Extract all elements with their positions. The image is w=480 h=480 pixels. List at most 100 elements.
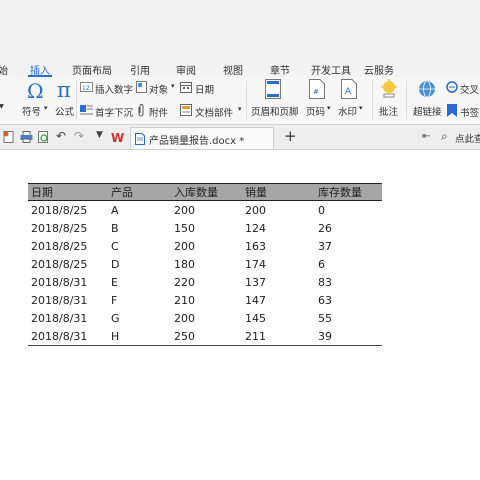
globe-link-icon bbox=[419, 80, 435, 98]
table-row: 2018/8/25 D 180 174 6 bbox=[28, 255, 382, 273]
cell-product: B bbox=[111, 221, 119, 235]
print-preview-icon[interactable] bbox=[38, 131, 50, 143]
date-label: 日期 bbox=[195, 85, 215, 96]
table-row: 2018/8/31 E 220 137 83 bbox=[28, 273, 382, 291]
page-number-icon: # bbox=[309, 79, 325, 99]
header-stock-in: 入库数量 bbox=[171, 183, 242, 201]
header-footer-icon bbox=[265, 79, 281, 99]
pi-icon: π bbox=[57, 78, 71, 102]
cross-ref-icon bbox=[446, 81, 458, 93]
cell-sales: 174 bbox=[245, 257, 266, 271]
table-row: 2018/8/31 F 210 147 63 bbox=[28, 291, 382, 309]
cell-date: 2018/8/25 bbox=[31, 221, 88, 235]
cell-inventory: 39 bbox=[315, 327, 382, 346]
drop-cap-icon bbox=[80, 105, 93, 115]
svg-text:W: W bbox=[111, 131, 124, 143]
cell-sales: 145 bbox=[245, 311, 266, 325]
table-row: 2018/8/25 B 150 124 26 bbox=[28, 219, 382, 237]
table-row: 2018/8/31 H 250 211 39 bbox=[28, 327, 382, 346]
tab-review[interactable]: 审阅 bbox=[176, 62, 196, 77]
cell-product: E bbox=[111, 275, 118, 289]
tab-home[interactable]: 始 bbox=[0, 62, 8, 77]
insert-number-label: 插入数字 bbox=[95, 85, 134, 96]
tab-cloud[interactable]: 云服务 bbox=[364, 62, 394, 77]
tab-developer[interactable]: 开发工具 bbox=[311, 62, 351, 77]
page-number-label: 页码 bbox=[306, 107, 326, 118]
drop-cap-label: 首字下沉 bbox=[95, 108, 134, 119]
divider bbox=[246, 81, 247, 119]
paperclip-icon bbox=[138, 104, 144, 117]
print-icon[interactable] bbox=[20, 131, 33, 143]
chevron-down-icon: ▾ bbox=[238, 105, 242, 113]
header-date: 日期 bbox=[28, 183, 108, 201]
new-doc-icon[interactable] bbox=[3, 131, 15, 143]
table-header-row: 日期 产品 入库数量 销量 库存数量 bbox=[28, 183, 382, 201]
cell-inventory: 83 bbox=[318, 275, 332, 289]
document-tab-title: 产品销量报告.docx * bbox=[149, 136, 245, 147]
search-icon[interactable]: ⌕ bbox=[441, 129, 448, 144]
ribbon-left-arrow-icon[interactable]: ▾ bbox=[0, 101, 4, 112]
cell-stock-in: 150 bbox=[174, 221, 195, 235]
cell-product: C bbox=[111, 239, 119, 253]
cell-inventory: 55 bbox=[318, 311, 332, 325]
svg-text:12: 12 bbox=[82, 85, 90, 92]
object-icon bbox=[136, 81, 147, 93]
symbol-label: 符号 bbox=[22, 107, 42, 118]
cell-stock-in: 180 bbox=[174, 257, 195, 271]
ribbon-insert: ▾ Ω 符号 ▾ π 公式 12 插入数字 首字下沉 对象 ▾ 附件 日期 文档… bbox=[0, 77, 480, 125]
new-tab-button[interactable]: + bbox=[284, 127, 297, 145]
svg-text:A: A bbox=[345, 87, 352, 97]
cell-inventory: 6 bbox=[318, 257, 325, 271]
watermark-label: 水印 bbox=[338, 107, 358, 118]
cell-product: H bbox=[108, 327, 171, 346]
cell-product: D bbox=[111, 257, 120, 271]
table-row: 2018/8/31 G 200 145 55 bbox=[28, 309, 382, 327]
number-icon: 12 bbox=[80, 82, 93, 92]
header-product: 产品 bbox=[108, 183, 171, 201]
header-footer-label: 页眉和页脚 bbox=[251, 107, 299, 118]
undo-icon[interactable]: ↶ bbox=[56, 129, 66, 143]
cell-inventory: 63 bbox=[318, 293, 332, 307]
divider bbox=[76, 81, 77, 119]
cell-product: F bbox=[111, 293, 118, 307]
cell-date: 2018/8/31 bbox=[31, 275, 88, 289]
cell-inventory: 37 bbox=[318, 239, 332, 253]
cell-product: G bbox=[111, 311, 120, 325]
divider bbox=[372, 81, 373, 119]
header-sales: 销量 bbox=[242, 183, 315, 201]
cell-sales: 124 bbox=[245, 221, 266, 235]
cell-date: 2018/8/31 bbox=[31, 293, 88, 307]
attachment-label: 附件 bbox=[149, 108, 169, 119]
doc-parts-label: 文档部件 bbox=[195, 108, 234, 119]
tab-page-layout[interactable]: 页面布局 bbox=[72, 62, 112, 77]
cell-stock-in: 250 bbox=[171, 327, 242, 346]
chevron-down-icon: ▾ bbox=[327, 104, 331, 112]
search-hint[interactable]: 点此查找 bbox=[455, 131, 480, 145]
hyperlink-label: 超链接 bbox=[413, 107, 442, 118]
cell-inventory: 26 bbox=[318, 221, 332, 235]
document-tab[interactable]: 产品销量报告.docx * bbox=[130, 127, 274, 149]
cell-stock-in: 200 bbox=[174, 311, 195, 325]
bookmark-icon bbox=[447, 104, 457, 117]
redo-icon[interactable]: ↷ bbox=[74, 129, 84, 143]
tab-chapter[interactable]: 章节 bbox=[270, 62, 290, 77]
cell-date: 2018/8/31 bbox=[28, 327, 108, 346]
comment-label: 批注 bbox=[379, 107, 399, 118]
chevron-down-icon: ▾ bbox=[171, 82, 175, 90]
layout-icon[interactable]: ⇤ bbox=[422, 131, 430, 142]
cell-date: 2018/8/25 bbox=[31, 239, 88, 253]
comment-icon bbox=[381, 79, 397, 98]
cell-sales: 137 bbox=[245, 275, 266, 289]
ribbon-tabs: 始 插入 页面布局 引用 审阅 视图 章节 开发工具 云服务 bbox=[0, 60, 480, 78]
cell-product: A bbox=[111, 203, 119, 217]
cross-ref-label: 交叉 bbox=[460, 85, 480, 96]
cell-stock-in: 200 bbox=[174, 239, 195, 253]
cell-stock-in: 200 bbox=[174, 203, 195, 217]
cell-date: 2018/8/31 bbox=[31, 311, 88, 325]
table-row: 2018/8/25 C 200 163 37 bbox=[28, 237, 382, 255]
cell-inventory: 0 bbox=[318, 203, 325, 217]
tab-references[interactable]: 引用 bbox=[130, 62, 150, 77]
tab-view[interactable]: 视图 bbox=[223, 62, 243, 77]
document-tab-bar: ↶ ↷ ▼ W 产品销量报告.docx * + ⇤ ⌕ 点此查找 bbox=[0, 125, 480, 150]
quick-access-dropdown-icon[interactable]: ▼ bbox=[96, 130, 103, 140]
